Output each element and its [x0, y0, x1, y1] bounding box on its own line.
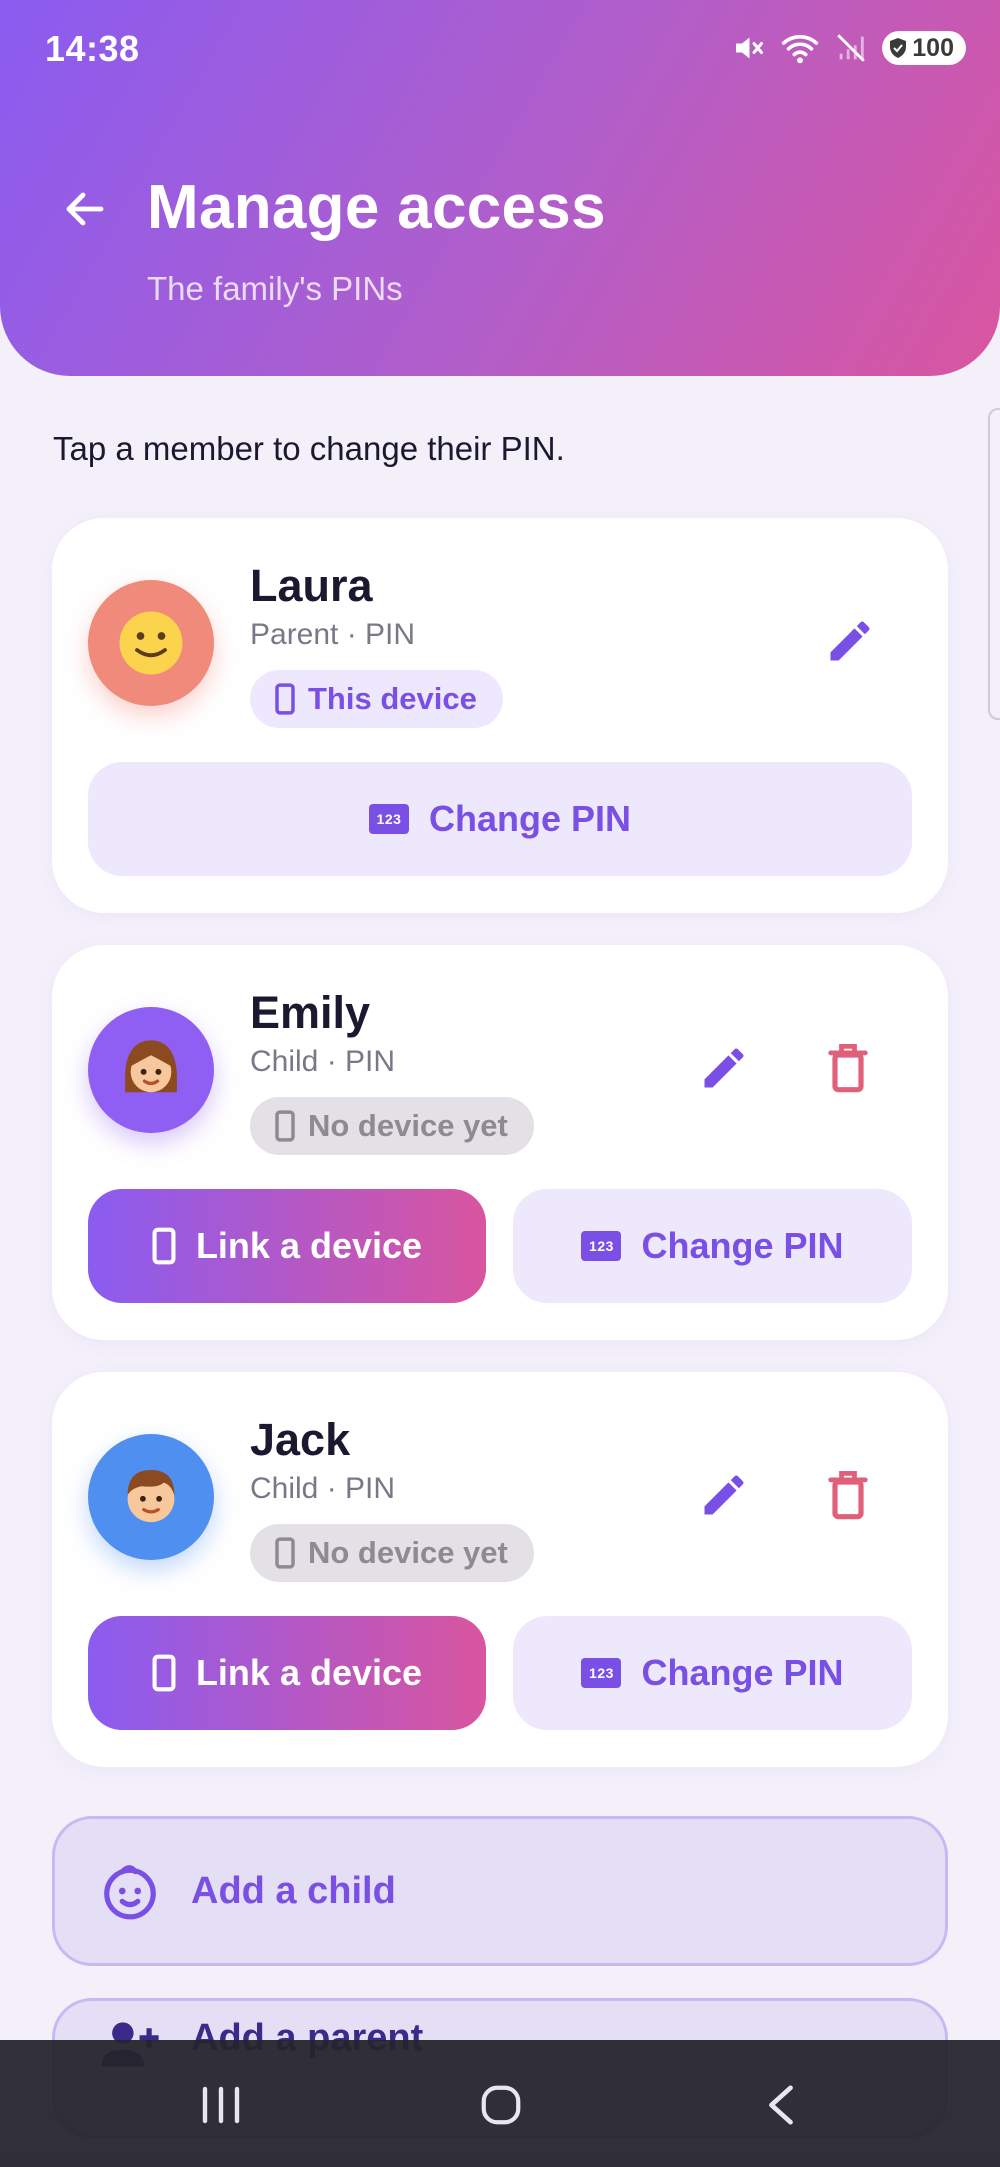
edit-button[interactable]: [810, 601, 890, 681]
change-pin-button[interactable]: 123 Change PIN: [88, 762, 912, 876]
device-status-badge: No device yet: [250, 1097, 534, 1155]
pencil-icon: [704, 1475, 744, 1515]
link-device-label: Link a device: [195, 1225, 423, 1266]
shield-icon: [890, 38, 907, 58]
change-pin-label: Change PIN: [641, 1225, 844, 1266]
phone-icon: [152, 1654, 176, 1692]
status-time: 14:38: [45, 28, 140, 69]
avatar: [88, 1434, 214, 1560]
mute-icon: [730, 30, 766, 66]
wifi-icon: [780, 30, 820, 66]
arrow-back-icon: [66, 192, 104, 226]
avatar: [88, 580, 214, 706]
phone-icon: [275, 1110, 295, 1142]
smiley-face-icon: [119, 611, 183, 675]
chevron-left-icon: [769, 2085, 793, 2125]
member-card-jack[interactable]: Jack Child · PIN No device yet Link a de…: [52, 1372, 948, 1767]
device-status-label: No device yet: [308, 1108, 508, 1143]
recent-apps-button[interactable]: [161, 2060, 281, 2150]
edit-button[interactable]: [684, 1028, 764, 1108]
back-nav-button[interactable]: [721, 2060, 841, 2150]
pencil-icon: [704, 1048, 744, 1088]
girl-face-icon: [125, 1040, 177, 1093]
member-name: Emily: [250, 987, 371, 1038]
page-subtitle: The family's PINs: [147, 270, 403, 307]
member-card-laura[interactable]: Laura Parent · PIN This device 123 Chang…: [52, 518, 948, 913]
back-button[interactable]: [52, 176, 118, 242]
phone-icon: [152, 1227, 176, 1265]
pin-icon: 123: [581, 1231, 622, 1261]
member-role: Parent · PIN: [250, 618, 416, 651]
phone-icon: [275, 683, 295, 715]
avatar: [88, 1007, 214, 1133]
change-pin-button[interactable]: 123 Change PIN: [513, 1189, 912, 1303]
trash-icon: [828, 1043, 868, 1093]
edit-button[interactable]: [684, 1455, 764, 1535]
home-button[interactable]: [441, 2060, 561, 2150]
member-card-emily[interactable]: Emily Child · PIN No device yet Link a d…: [52, 945, 948, 1340]
delete-button[interactable]: [808, 1455, 888, 1535]
member-role: Child · PIN: [250, 1472, 396, 1505]
page-title: Manage access: [147, 173, 606, 242]
change-pin-label: Change PIN: [641, 1652, 844, 1693]
add-child-label: Add a child: [191, 1869, 396, 1912]
phone-icon: [275, 1537, 295, 1569]
link-device-button[interactable]: Link a device: [88, 1616, 486, 1730]
change-pin-label: Change PIN: [428, 798, 632, 839]
member-name: Jack: [250, 1414, 351, 1465]
add-child-button[interactable]: Add a child: [52, 1816, 948, 1966]
system-navigation-bar: [0, 2040, 1000, 2167]
change-pin-button[interactable]: 123 Change PIN: [513, 1616, 912, 1730]
pin-icon: 123: [368, 804, 409, 834]
trash-icon: [828, 1470, 868, 1520]
device-status-badge: No device yet: [250, 1524, 534, 1582]
header: 14:38 100 Manage access The family's PIN…: [0, 0, 1000, 376]
status-icons: 100: [730, 28, 966, 68]
link-device-button[interactable]: Link a device: [88, 1189, 486, 1303]
home-icon: [481, 2085, 521, 2125]
link-device-label: Link a device: [195, 1652, 423, 1693]
member-role: Child · PIN: [250, 1045, 396, 1078]
signal-off-icon: [834, 31, 868, 65]
device-status-label: This device: [308, 681, 477, 716]
member-name: Laura: [250, 560, 373, 611]
delete-button[interactable]: [808, 1028, 888, 1108]
battery-indicator: 100: [882, 31, 966, 65]
boy-face-icon: [127, 1470, 175, 1523]
pin-icon: 123: [581, 1658, 622, 1688]
child-face-icon: [104, 1865, 156, 1920]
device-status-label: No device yet: [308, 1535, 508, 1570]
recent-apps-icon: [202, 2086, 240, 2124]
battery-level: 100: [912, 33, 954, 62]
pencil-icon: [830, 621, 870, 661]
scrollbar[interactable]: [988, 408, 1000, 720]
intro-text: Tap a member to change their PIN.: [53, 430, 565, 467]
device-status-badge: This device: [250, 670, 503, 728]
